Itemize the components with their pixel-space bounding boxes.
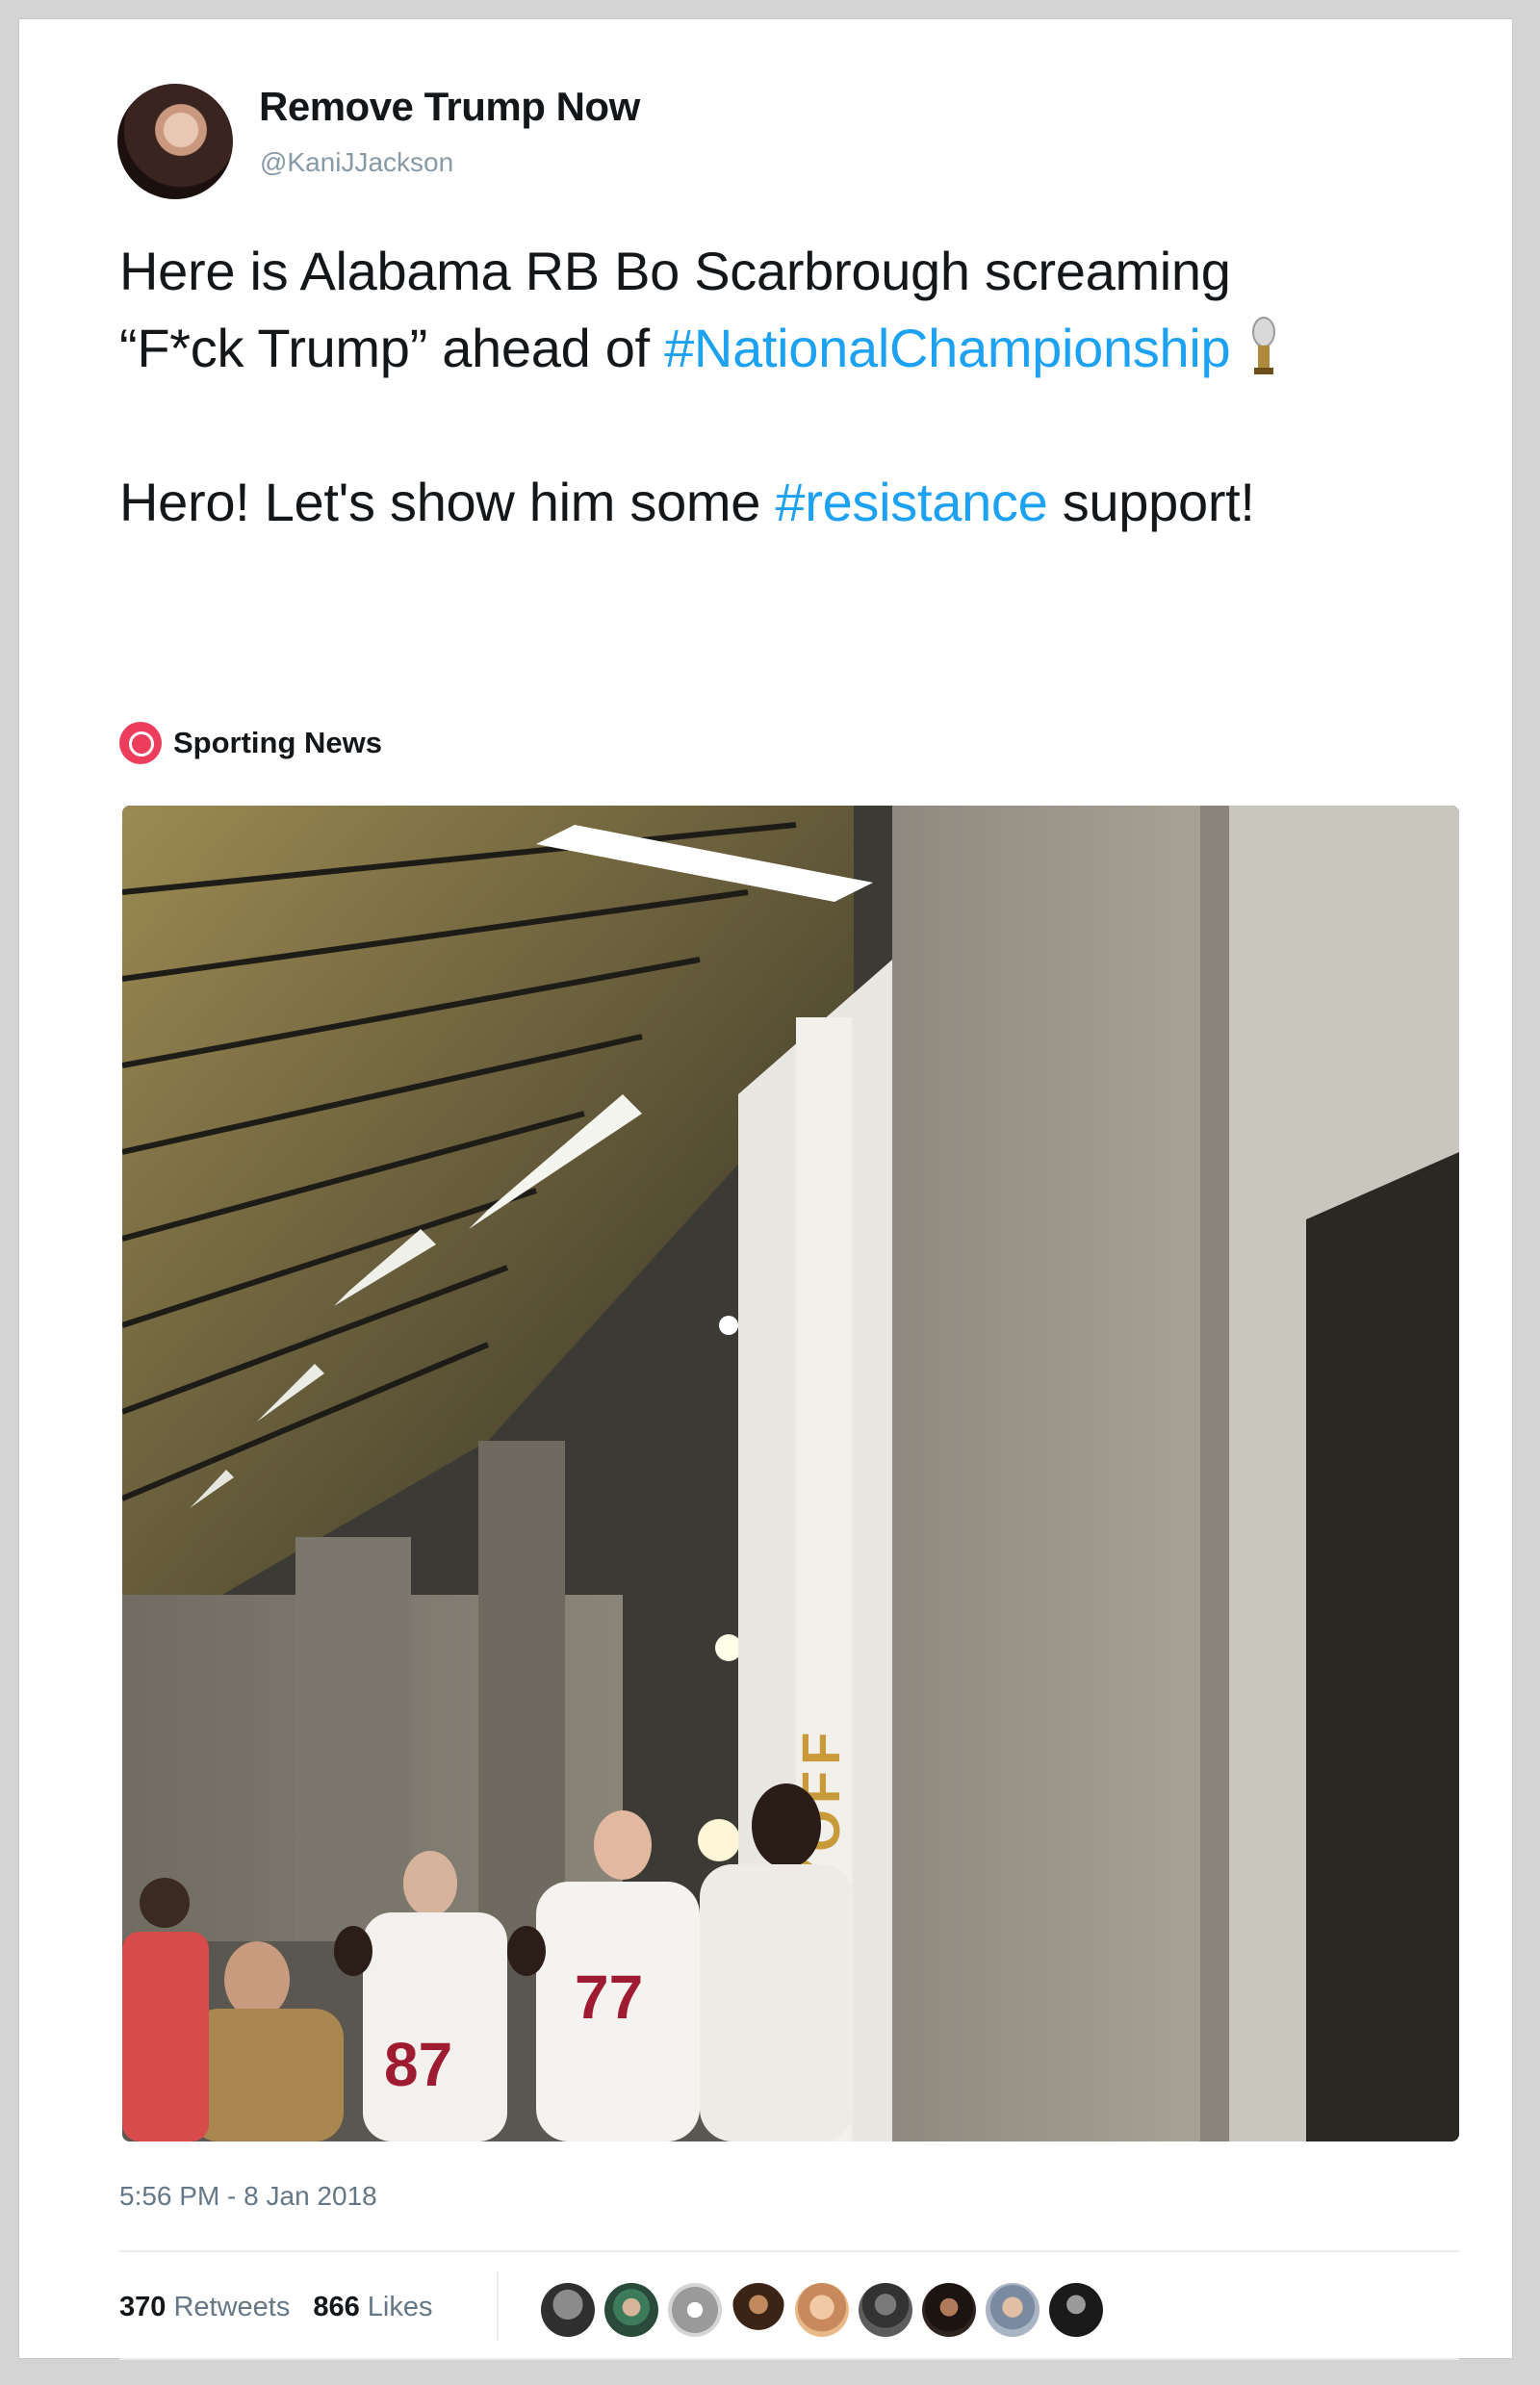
liker-avatar[interactable] xyxy=(986,2283,1040,2337)
liker-avatar[interactable] xyxy=(1049,2283,1103,2337)
tweet-card: Remove Trump Now @KaniJJackson Here is A… xyxy=(18,18,1513,2360)
tweet-text-line2-prefix: Hero! Let's show him some xyxy=(119,472,761,532)
liker-avatar[interactable] xyxy=(668,2283,722,2337)
tweet-stats: 370 Retweets 866 Likes xyxy=(119,2283,456,2331)
tweet-paragraph-1: Here is Alabama RB Bo Scarbrough screami… xyxy=(119,233,1313,387)
video-frame: CFBPLAYOFF 87 77 xyxy=(122,806,1459,2141)
tweet-timestamp[interactable]: 5:56 PM - 8 Jan 2018 xyxy=(119,2181,377,2212)
tweet-text-line2-suffix: support! xyxy=(1062,472,1255,532)
source-name: Sporting News xyxy=(173,726,383,759)
trophy-icon xyxy=(1249,315,1278,376)
retweets-stat[interactable]: 370 Retweets xyxy=(119,2292,290,2323)
hashtag-resistance[interactable]: #resistance xyxy=(775,472,1047,532)
liker-avatar[interactable] xyxy=(795,2283,849,2337)
likes-stat[interactable]: 866 Likes xyxy=(313,2292,432,2323)
user-handle[interactable]: @KaniJJackson xyxy=(260,147,453,178)
liker-avatar[interactable] xyxy=(922,2283,976,2337)
hashtag-national-championship[interactable]: #NationalChampionship xyxy=(664,318,1231,378)
stats-divider-top xyxy=(119,2250,1459,2252)
liker-avatars xyxy=(541,2283,1113,2337)
liker-avatar[interactable] xyxy=(859,2283,912,2337)
sporting-news-logo xyxy=(119,722,162,764)
tweet-video[interactable]: CFBPLAYOFF 87 77 xyxy=(122,806,1459,2141)
display-name[interactable]: Remove Trump Now xyxy=(259,84,640,130)
likes-count: 866 xyxy=(313,2291,360,2322)
stats-divider-bottom xyxy=(119,2358,1459,2360)
user-avatar[interactable] xyxy=(117,84,233,199)
liker-avatar[interactable] xyxy=(541,2283,595,2337)
liker-avatar[interactable] xyxy=(732,2283,785,2337)
liker-avatar[interactable] xyxy=(604,2283,658,2337)
jersey-number-87: 87 xyxy=(384,2030,452,2099)
likes-label: Likes xyxy=(367,2291,433,2322)
retweets-label: Retweets xyxy=(173,2291,291,2322)
jersey-number-77: 77 xyxy=(575,1962,643,2032)
retweets-count: 370 xyxy=(119,2291,167,2322)
media-source[interactable]: Sporting News xyxy=(119,722,382,764)
tweet-text: Here is Alabama RB Bo Scarbrough screami… xyxy=(119,233,1313,541)
tweet-paragraph-2: Hero! Let's show him some #resistance su… xyxy=(119,464,1313,541)
tweet-header: Remove Trump Now @KaniJJackson xyxy=(96,63,1059,199)
stats-separator xyxy=(497,2271,499,2341)
